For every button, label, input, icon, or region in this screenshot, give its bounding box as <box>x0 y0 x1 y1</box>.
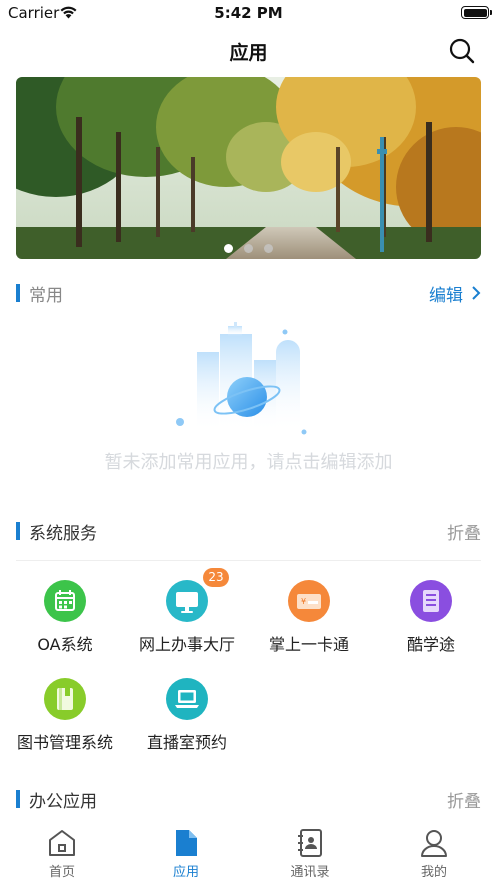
app-label: 网上办事大厅 <box>138 635 235 654</box>
empty-state-message: 暂未添加常用应用，请点击编辑添加 <box>104 452 393 473</box>
svg-text:¥: ¥ <box>301 597 306 606</box>
section-title: 系统服务 <box>29 524 97 544</box>
tab-bar: 首页 应用 通讯录 我的 <box>0 821 497 883</box>
status-bar: Carrier 5:42 PM <box>0 0 497 26</box>
office-apps-header: 办公应用 折叠 <box>16 786 481 812</box>
carousel-dots[interactable] <box>16 244 481 253</box>
carousel-dot[interactable] <box>264 244 273 253</box>
common-section-header: 常用 编辑 <box>16 280 481 306</box>
app-campus-card[interactable]: ¥ 掌上一卡通 <box>247 580 371 655</box>
chevron-right-icon[interactable] <box>471 285 481 301</box>
search-icon[interactable] <box>448 37 476 65</box>
collapse-button[interactable]: 折叠 <box>447 519 481 544</box>
edit-button[interactable]: 编辑 <box>429 281 463 306</box>
app-online-service-hall[interactable]: 23 网上办事大厅 <box>125 568 249 655</box>
app-label: 掌上一卡通 <box>268 635 349 654</box>
section-accent-bar <box>16 790 20 808</box>
app-live-room-booking[interactable]: 直播室预约 <box>125 678 249 753</box>
app-library-system[interactable]: 图书管理系统 <box>3 678 127 753</box>
tab-label: 首页 <box>48 865 75 880</box>
section-accent-bar <box>16 522 20 540</box>
person-icon <box>421 830 447 857</box>
carousel-dot[interactable] <box>224 244 233 253</box>
section-title: 常用 <box>29 286 63 306</box>
laptop-icon <box>166 678 208 720</box>
page-title: 应用 <box>229 42 268 64</box>
app-label: 直播室预约 <box>146 733 227 752</box>
tab-label: 通讯录 <box>290 865 330 880</box>
battery-icon <box>461 6 492 19</box>
clock: 5:42 PM <box>214 4 283 22</box>
tab-apps[interactable]: 应用 <box>124 828 248 880</box>
carousel-dot[interactable] <box>244 244 253 253</box>
book-icon <box>44 678 86 720</box>
list-icon <box>410 580 452 622</box>
app-label: OA系统 <box>37 635 93 654</box>
contacts-icon <box>298 829 322 857</box>
system-services-header: 系统服务 折叠 <box>16 518 481 544</box>
section-divider <box>16 560 481 561</box>
notification-badge: 23 <box>203 568 229 587</box>
monitor-icon: 23 <box>166 568 229 622</box>
home-icon <box>49 830 75 856</box>
app-label: 图书管理系统 <box>16 733 113 752</box>
tab-contacts[interactable]: 通讯录 <box>248 828 372 880</box>
tab-mine[interactable]: 我的 <box>372 828 496 880</box>
section-title: 办公应用 <box>29 792 97 812</box>
tab-label: 应用 <box>172 865 199 880</box>
tab-label: 我的 <box>420 865 447 880</box>
banner-image <box>16 77 481 259</box>
collapse-button[interactable]: 折叠 <box>447 787 481 812</box>
app-label: 酷学途 <box>406 635 455 654</box>
calendar-icon <box>44 580 86 622</box>
card-icon: ¥ <box>288 580 330 622</box>
section-accent-bar <box>16 284 20 302</box>
app-oa-system[interactable]: OA系统 <box>3 580 127 655</box>
empty-state-illustration <box>176 322 307 435</box>
app-kuxuetu[interactable]: 酷学途 <box>369 580 493 655</box>
tab-home[interactable]: 首页 <box>0 828 124 880</box>
document-icon <box>176 830 197 856</box>
banner-carousel[interactable] <box>16 77 481 259</box>
